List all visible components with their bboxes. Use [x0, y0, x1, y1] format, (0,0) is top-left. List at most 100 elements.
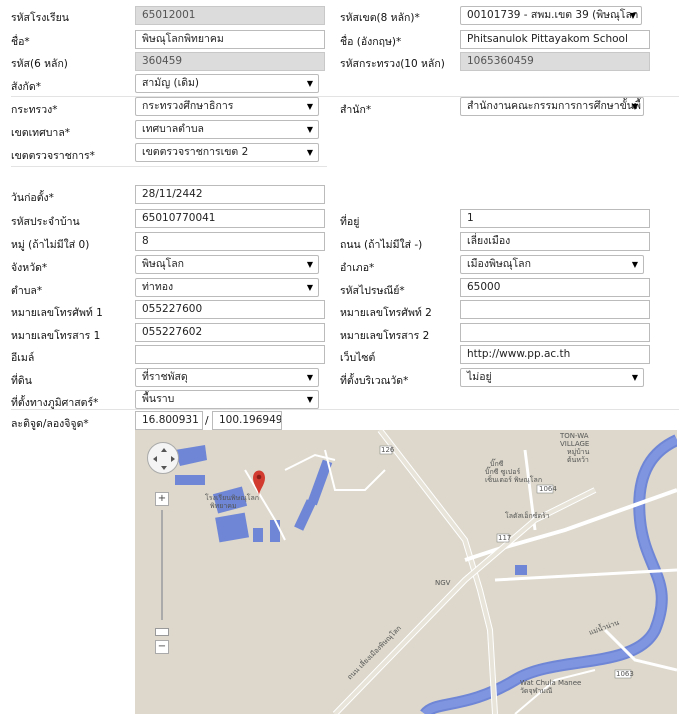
inspection-value: เขตตรวจราชการเขต 2 — [142, 146, 249, 158]
moo-label: หมู่ (ถ้าไม่มีใส่ 0) — [11, 239, 90, 251]
temple-value: ไม่อยู่ — [467, 371, 492, 383]
subdistrict-select[interactable]: ท่าทอง ▼ — [135, 278, 319, 297]
house-code-label: รหัสประจำบ้าน — [11, 216, 80, 228]
name-en-input[interactable]: Phitsanulok Pittayakom School — [460, 30, 650, 49]
chevron-down-icon: ▼ — [629, 11, 636, 20]
area-code-select[interactable]: 00101739 - สพม.เขต 39 (พิษณุโลก ▼ — [460, 6, 642, 25]
ministry-select[interactable]: กระทรวงศึกษาธิการ ▼ — [135, 97, 319, 116]
municipality-select[interactable]: เทศบาลตำบล ▼ — [135, 120, 319, 139]
founded-label: วันก่อตั้ง* — [11, 192, 54, 204]
road-label: ถนน (ถ้าไม่มีใส่ -) — [340, 239, 423, 251]
province-label: จังหวัด* — [11, 262, 48, 274]
affiliation-label: สังกัด* — [11, 81, 41, 93]
geography-value: พื้นราบ — [142, 393, 175, 405]
school-code-label: รหัสโรงเรียน — [11, 12, 69, 24]
map-label: 126 — [381, 446, 395, 454]
address-input[interactable]: 1 — [460, 209, 650, 228]
founded-input[interactable]: 28/11/2442 — [135, 185, 325, 204]
map-label: โลตัสเอ็กซ์ตร้า — [505, 511, 550, 520]
map-label: Wat Chula Manee — [520, 679, 581, 687]
fax1-label: หมายเลขโทรสาร 1 — [11, 330, 101, 342]
phone1-input[interactable]: 055227600 — [135, 300, 325, 319]
fax2-input[interactable] — [460, 323, 650, 342]
zoom-slider-handle[interactable] — [155, 628, 169, 636]
inspection-select[interactable]: เขตตรวจราชการเขต 2 ▼ — [135, 143, 319, 162]
temple-select[interactable]: ไม่อยู่ ▼ — [460, 368, 644, 387]
school-location-map[interactable]: TON-WA VILLAGE หมู่บ้าน ต้นหว้า บิ๊กซี บิ๊กซี… — [135, 430, 677, 714]
name-th-label: ชื่อ* — [11, 36, 30, 48]
province-select[interactable]: พิษณุโลก ▼ — [135, 255, 319, 274]
municipality-label: เขตเทศบาล* — [11, 127, 71, 139]
latlng-label: ละติจูด/ลองจิจูด* — [11, 418, 89, 430]
zoom-out-button[interactable]: − — [155, 640, 169, 654]
school-code-field: 65012001 — [135, 6, 325, 25]
province-value: พิษณุโลก — [142, 258, 185, 270]
affiliation-select[interactable]: สามัญ (เดิม) ▼ — [135, 74, 319, 93]
chevron-down-icon: ▼ — [306, 125, 313, 134]
office-select[interactable]: สำนักงานคณะกรรมการการศึกษาขั้นพื้ ▼ — [460, 97, 644, 116]
land-select[interactable]: ที่ราชพัสดุ ▼ — [135, 368, 319, 387]
chevron-down-icon: ▼ — [306, 260, 313, 269]
subdistrict-label: ตำบล* — [11, 285, 43, 297]
land-value: ที่ราชพัสดุ — [142, 371, 188, 383]
house-code-input[interactable]: 65010770041 — [135, 209, 325, 228]
map-label: บิ๊กซี — [490, 458, 504, 468]
fax2-label: หมายเลขโทรสาร 2 — [340, 330, 430, 342]
chevron-down-icon: ▼ — [306, 283, 313, 292]
divider — [11, 409, 679, 410]
ministry-label: กระทรวง* — [11, 104, 58, 116]
name-en-label: ชื่อ (อังกฤษ)* — [340, 36, 402, 48]
subdistrict-value: ท่าทอง — [142, 281, 174, 293]
latitude-input[interactable]: 16.800931 — [135, 411, 203, 430]
chevron-down-icon: ▼ — [306, 79, 313, 88]
area-code-label: รหัสเขต(8 หลัก)* — [340, 12, 420, 24]
divider — [11, 166, 327, 167]
email-input[interactable] — [135, 345, 325, 364]
map-label: NGV — [435, 579, 451, 587]
phone2-label: หมายเลขโทรศัพท์ 2 — [340, 307, 432, 319]
map-label: VILLAGE — [560, 440, 589, 448]
fax1-input[interactable]: 055227602 — [135, 323, 325, 342]
map-label: หมู่บ้าน — [567, 448, 590, 456]
email-label: อีเมล์ — [11, 352, 35, 364]
code6-field: 360459 — [135, 52, 325, 71]
land-label: ที่ดิน — [11, 375, 32, 387]
postcode-input[interactable]: 65000 — [460, 278, 650, 297]
office-label: สำนัก* — [340, 104, 372, 116]
latlng-separator: / — [205, 415, 209, 427]
map-label: ต้นหว้า — [567, 456, 589, 464]
district-select[interactable]: เมืองพิษณุโลก ▼ — [460, 255, 644, 274]
name-th-input[interactable]: พิษณุโลกพิทยาคม — [135, 30, 325, 49]
area-code-value: 00101739 - สพม.เขต 39 (พิษณุโลก — [467, 9, 639, 21]
ministry-code-field: 1065360459 — [460, 52, 650, 71]
website-input[interactable]: http://www.pp.ac.th — [460, 345, 650, 364]
longitude-input[interactable]: 100.196949 — [212, 411, 282, 430]
phone1-label: หมายเลขโทรศัพท์ 1 — [11, 307, 103, 319]
zoom-in-button[interactable]: + — [155, 492, 169, 506]
map-label: 1063 — [616, 670, 634, 678]
map-label: พิทยาคม — [210, 502, 237, 510]
ministry-code-label: รหัสกระทรวง(10 หลัก) — [340, 58, 445, 70]
moo-input[interactable]: 8 — [135, 232, 325, 251]
map-canvas: TON-WAVILLAGEหมู่บ้านต้นหว้า บิ๊กซีบิ๊กซี… — [135, 430, 677, 714]
chevron-down-icon: ▼ — [631, 260, 638, 269]
website-label: เว็บไซต์ — [340, 352, 376, 364]
pan-control[interactable] — [147, 442, 179, 474]
code6-label: รหัส(6 หลัก) — [11, 58, 68, 70]
road-input[interactable]: เลี่ยงเมือง — [460, 232, 650, 251]
chevron-down-icon: ▼ — [631, 102, 638, 111]
inspection-label: เขตตรวจราชการ* — [11, 150, 95, 162]
phone2-input[interactable] — [460, 300, 650, 319]
map-label: โรงเรียนพิษณุโลก — [205, 493, 259, 502]
office-value: สำนักงานคณะกรรมการการศึกษาขั้นพื้ — [467, 100, 641, 112]
geography-select[interactable]: พื้นราบ ▼ — [135, 390, 319, 409]
chevron-down-icon: ▼ — [306, 148, 313, 157]
zoom-track[interactable] — [161, 510, 163, 620]
postcode-label: รหัสไปรษณีย์* — [340, 285, 405, 297]
temple-label: ที่ตั้งบริเวณวัด* — [340, 375, 409, 387]
map-label: 1064 — [539, 485, 557, 493]
address-label: ที่อยู่ — [340, 216, 360, 228]
chevron-down-icon: ▼ — [306, 102, 313, 111]
arrows-icon — [153, 448, 175, 470]
chevron-down-icon: ▼ — [306, 395, 313, 404]
